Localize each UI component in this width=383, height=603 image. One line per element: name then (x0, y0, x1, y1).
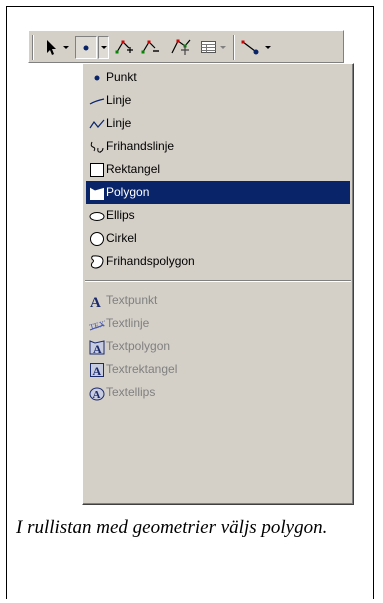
menu-item-point[interactable]: Punkt (86, 66, 350, 89)
menu-item-rectangle[interactable]: Rektangel (86, 158, 350, 181)
menu-item-label: Ellips (106, 208, 135, 222)
menu-item-label: Textlinje (106, 316, 150, 330)
menu-item-label: Rektangel (106, 162, 161, 176)
move-vertex-button[interactable] (169, 36, 193, 59)
menu-item-text-polygon[interactable]: A Textpolygon (86, 335, 350, 358)
arrow-pointer-icon (47, 40, 56, 55)
line-icon (89, 98, 105, 105)
menu-item-freehand-line[interactable]: Frihandslinje (86, 135, 350, 158)
point-icon (83, 45, 89, 51)
polyline-icon (89, 119, 105, 129)
svg-text:A: A (93, 389, 101, 401)
menu-item-polygon[interactable]: Polygon (86, 181, 350, 204)
polygon-icon (90, 187, 104, 200)
text-line-icon: TEXT (89, 318, 105, 332)
point-tool-button[interactable] (75, 36, 97, 59)
freehand-line-icon (90, 141, 104, 153)
menu-item-polyline[interactable]: Linje (86, 112, 350, 135)
rectangle-icon (90, 163, 104, 177)
move-vertex-icon (171, 39, 191, 55)
remove-vertex-button[interactable] (139, 36, 161, 59)
menu-item-ellipse[interactable]: Ellips (86, 204, 350, 227)
attribute-table-button[interactable] (199, 36, 219, 59)
svg-text:A: A (90, 295, 101, 309)
text-rectangle-icon: A (90, 363, 104, 378)
menu-item-text-point[interactable]: A Textpunkt (86, 289, 350, 312)
svg-text:A: A (93, 364, 102, 378)
menu-divider (85, 280, 351, 282)
menu-item-label: Cirkel (106, 231, 137, 245)
point-icon (94, 75, 100, 81)
text-point-icon: A (90, 295, 101, 309)
svg-text:A: A (93, 342, 102, 355)
figure-caption: I rullistan med geometrier väljs polygon… (16, 517, 328, 538)
table-dropdown[interactable] (219, 36, 228, 59)
remove-vertex-icon (141, 40, 159, 54)
snapping-dropdown[interactable] (263, 36, 273, 59)
add-vertex-button[interactable] (113, 36, 135, 59)
snap-line-icon (241, 40, 259, 55)
menu-item-label: Punkt (106, 70, 137, 84)
geometry-dropdown-menu: Punkt Linje Linje Frihandslinje Rektange… (82, 63, 354, 505)
select-tool-button[interactable] (39, 36, 61, 59)
chevron-down-icon (265, 46, 271, 49)
menu-item-circle[interactable]: Cirkel (86, 227, 350, 250)
drawing-toolbar (28, 30, 344, 63)
circle-icon (90, 232, 104, 246)
menu-item-label: Linje (106, 116, 132, 130)
chevron-down-icon (63, 46, 69, 49)
toolbar-separator (233, 35, 235, 60)
menu-item-label: Frihandspolygon (106, 254, 195, 268)
menu-item-text-rectangle[interactable]: A Textrektangel (86, 358, 350, 381)
menu-item-line[interactable]: Linje (86, 89, 350, 112)
text-ellipse-icon: A (89, 387, 105, 401)
text-polygon-icon: A (89, 340, 105, 355)
menu-item-label: Textellips (106, 385, 156, 399)
menu-item-freehand-polygon[interactable]: Frihandspolygon (86, 250, 350, 273)
add-vertex-icon (115, 40, 133, 54)
table-icon (201, 41, 216, 53)
menu-item-label: Linje (106, 93, 132, 107)
menu-item-label: Textpolygon (106, 339, 171, 353)
menu-item-text-line[interactable]: TEXT Textlinje (86, 312, 350, 335)
chevron-down-icon (220, 46, 226, 49)
menu-item-label: Polygon (106, 185, 150, 199)
menu-item-label: Textpunkt (106, 293, 158, 307)
ellipse-icon (89, 212, 105, 221)
menu-item-label: Textrektangel (106, 362, 178, 376)
chevron-down-icon (101, 46, 107, 49)
freehand-polygon-icon (90, 255, 104, 269)
geometry-dropdown[interactable] (98, 36, 109, 59)
toolbar-grip (32, 35, 34, 60)
menu-item-label: Frihandslinje (106, 139, 175, 153)
snapping-button[interactable] (239, 36, 263, 59)
menu-item-text-ellipse[interactable]: A Textellips (86, 381, 350, 404)
select-tool-dropdown[interactable] (61, 36, 71, 59)
